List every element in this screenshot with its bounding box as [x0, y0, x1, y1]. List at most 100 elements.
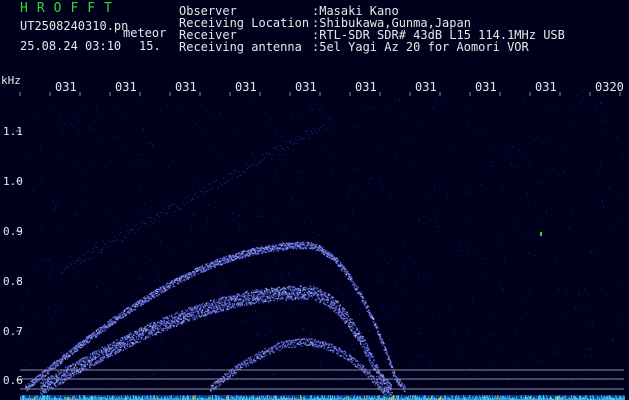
noise-speckle — [207, 217, 209, 219]
noise-speckle — [342, 229, 344, 231]
echo-pixel — [115, 352, 117, 354]
noise-speckle — [46, 208, 48, 210]
echo-pixel — [289, 285, 292, 288]
echo-pixel — [275, 244, 277, 246]
noise-speckle — [353, 348, 355, 350]
echo-pixel — [395, 376, 397, 378]
echo-pixel — [152, 334, 154, 336]
echo-pixel — [99, 331, 101, 333]
echo-pixel — [112, 317, 114, 319]
noise-speckle — [200, 227, 202, 229]
echo-pixel — [79, 341, 81, 344]
echo-pixel — [41, 376, 43, 378]
noise-speckle — [48, 307, 50, 309]
noise-speckle — [399, 298, 400, 300]
noise-speckle — [614, 233, 616, 235]
noise-speckle — [183, 107, 185, 108]
noise-speckle — [131, 263, 133, 265]
echo-pixel — [302, 241, 305, 243]
echo-pixel — [95, 354, 97, 356]
noise-speckle — [139, 165, 141, 167]
noise-speckle — [89, 273, 91, 275]
noise-speckle — [142, 98, 144, 100]
echo-pixel — [163, 323, 165, 325]
echo-pixel — [241, 294, 243, 296]
noise-speckle — [445, 318, 447, 320]
noise-speckle — [499, 345, 501, 347]
noise-speckle — [408, 366, 410, 368]
echo-pixel — [70, 368, 72, 370]
echo-pixel — [232, 298, 234, 301]
noise-speckle — [593, 298, 595, 299]
noise-speckle — [497, 117, 499, 119]
echo-pixel — [71, 347, 74, 349]
echo-pixel — [323, 249, 325, 251]
echo-pixel — [34, 382, 37, 384]
noise-speckle — [40, 180, 42, 182]
echo-pixel — [295, 244, 297, 246]
noise-speckle — [181, 159, 183, 161]
echo-pixel — [86, 339, 88, 341]
noise-speckle — [154, 367, 156, 369]
noise-speckle — [546, 291, 548, 293]
echo-pixel — [289, 288, 292, 290]
noise-speckle — [112, 218, 114, 220]
noise-speckle — [592, 220, 594, 222]
noise-speckle — [144, 375, 146, 377]
echo-pixel — [113, 342, 115, 345]
noise-speckle — [508, 245, 510, 247]
noise-speckle — [577, 155, 579, 157]
echo-pixel — [301, 290, 304, 292]
noise-speckle — [456, 116, 458, 118]
echo-pixel — [291, 291, 293, 294]
echo-pixel — [151, 325, 153, 327]
noise-speckle — [189, 249, 191, 251]
noise-speckle — [419, 336, 421, 338]
noise-speckle — [157, 174, 159, 176]
echo-pixel — [161, 322, 164, 325]
echo-pixel — [61, 361, 63, 363]
noise-speckle — [446, 192, 448, 194]
noise-speckle — [598, 356, 600, 358]
noise-speckle — [116, 266, 118, 268]
noise-speckle — [578, 292, 580, 294]
echo-pixel — [231, 304, 234, 306]
noise-speckle — [113, 136, 115, 138]
noise-speckle — [531, 197, 533, 199]
echo-pixel — [275, 295, 277, 297]
echo-pixel — [182, 279, 184, 281]
noise-speckle — [402, 95, 404, 96]
noise-speckle — [235, 351, 237, 353]
echo-pixel — [96, 362, 98, 364]
noise-speckle — [569, 110, 571, 112]
echo-pixel — [153, 296, 156, 298]
noise-speckle — [572, 379, 574, 381]
noise-speckle — [599, 161, 601, 163]
echo-pixel — [183, 320, 185, 322]
echo-pixel — [223, 262, 225, 265]
echo-pixel — [218, 311, 220, 313]
echo-pixel — [246, 290, 248, 293]
echo-pixel — [319, 245, 321, 247]
echo-pixel — [176, 319, 178, 321]
noise-speckle — [60, 199, 62, 200]
noise-speckle — [621, 314, 622, 316]
noise-speckle — [140, 276, 141, 278]
noise-speckle — [89, 128, 91, 130]
echo-pixel — [68, 372, 70, 374]
noise-speckle — [614, 153, 616, 155]
noise-speckle — [420, 333, 422, 334]
echo-pixel — [152, 328, 154, 330]
noise-speckle — [180, 263, 182, 265]
echo-pixel — [287, 297, 289, 300]
noise-speckle — [434, 189, 435, 191]
noise-speckle — [479, 184, 481, 185]
noise-speckle — [508, 371, 510, 373]
noise-speckle — [546, 211, 547, 213]
echo-pixel — [242, 256, 244, 259]
echo-pixel — [233, 304, 235, 307]
noise-speckle — [51, 263, 53, 265]
echo-pixel — [81, 346, 83, 348]
echo-pixel — [109, 325, 111, 327]
echo-pixel — [357, 286, 359, 289]
